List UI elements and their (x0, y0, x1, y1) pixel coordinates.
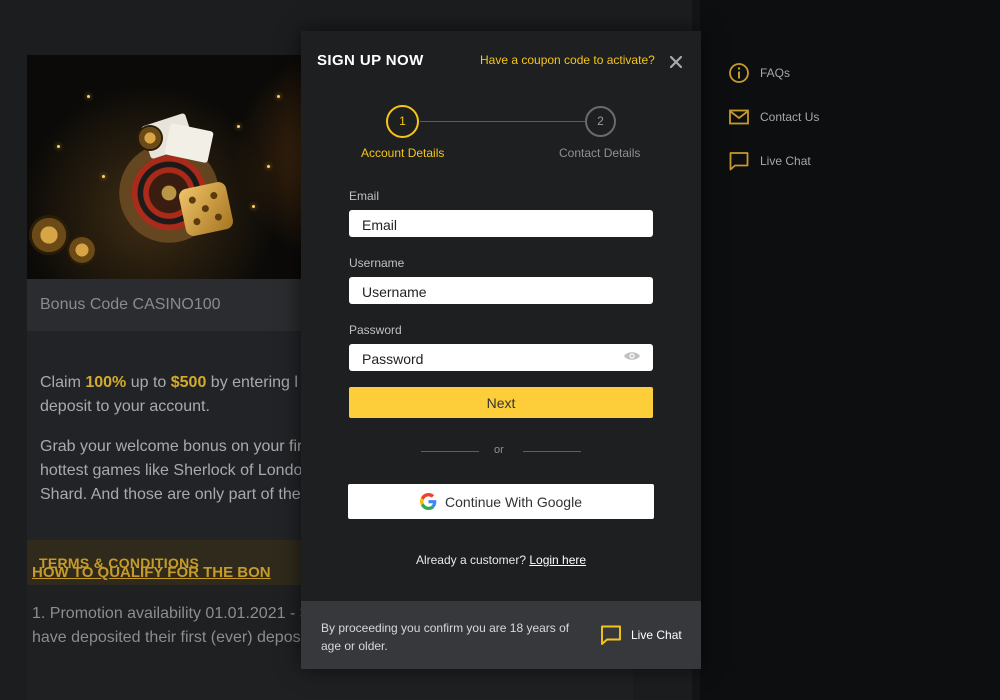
casino-chip-graphic (67, 235, 97, 265)
login-here-link[interactable]: Login here (529, 553, 586, 567)
casino-chip-graphic (29, 215, 69, 255)
close-icon (669, 55, 683, 69)
signup-modal: SIGN UP NOW Have a coupon code to activa… (301, 31, 701, 669)
step-2-label: Contact Details (559, 146, 641, 160)
live-chat-button[interactable]: Live Chat (599, 623, 682, 647)
qualify-heading-link[interactable]: HOW TO QUALIFY FOR THE BON (32, 564, 271, 581)
modal-footer: By proceeding you confirm you are 18 yea… (301, 601, 701, 669)
next-button[interactable]: Next (349, 387, 653, 418)
casino-chip-graphic (137, 125, 163, 151)
coupon-code-link[interactable]: Have a coupon code to activate? (480, 53, 655, 67)
chat-icon (728, 150, 750, 172)
live-chat-button-label: Live Chat (631, 628, 682, 642)
contact-us-label: Contact Us (760, 110, 820, 124)
mail-icon (728, 106, 750, 128)
email-field[interactable] (349, 210, 653, 237)
password-field[interactable] (349, 344, 653, 371)
chat-icon (601, 625, 621, 645)
step-1-label: Account Details (361, 146, 445, 160)
dice-graphic (177, 180, 235, 238)
continue-with-google-button[interactable]: Continue With Google (348, 484, 654, 519)
username-label: Username (349, 256, 405, 270)
faqs-label: FAQs (760, 66, 791, 80)
info-icon (728, 62, 750, 84)
or-divider: or (421, 444, 581, 460)
age-confirmation-text: By proceeding you confirm you are 18 yea… (321, 621, 570, 653)
step-1-indicator: 1 (386, 105, 419, 138)
modal-title: SIGN UP NOW (317, 52, 424, 69)
bonus-percent: 100% (85, 374, 127, 391)
close-button[interactable] (667, 51, 685, 71)
or-label: or (494, 444, 504, 456)
google-icon (420, 493, 437, 510)
live-chat-label: Live Chat (760, 154, 811, 168)
contact-us-link[interactable]: Contact Us (728, 106, 819, 128)
already-customer-row: Already a customer? Login here (301, 553, 701, 567)
password-label: Password (349, 323, 402, 337)
already-customer-text: Already a customer? (415, 553, 526, 567)
faqs-link[interactable]: FAQs (728, 62, 819, 84)
google-button-label: Continue With Google (445, 493, 582, 510)
help-links: FAQs Contact Us Live Chat (728, 62, 819, 194)
step-2-indicator: 2 (585, 106, 616, 137)
show-password-icon[interactable] (623, 349, 641, 361)
stepper-connector (420, 121, 586, 122)
email-label: Email (349, 189, 380, 203)
bonus-amount: $500 (170, 374, 207, 391)
username-field[interactable] (349, 277, 653, 304)
live-chat-link[interactable]: Live Chat (728, 150, 819, 172)
